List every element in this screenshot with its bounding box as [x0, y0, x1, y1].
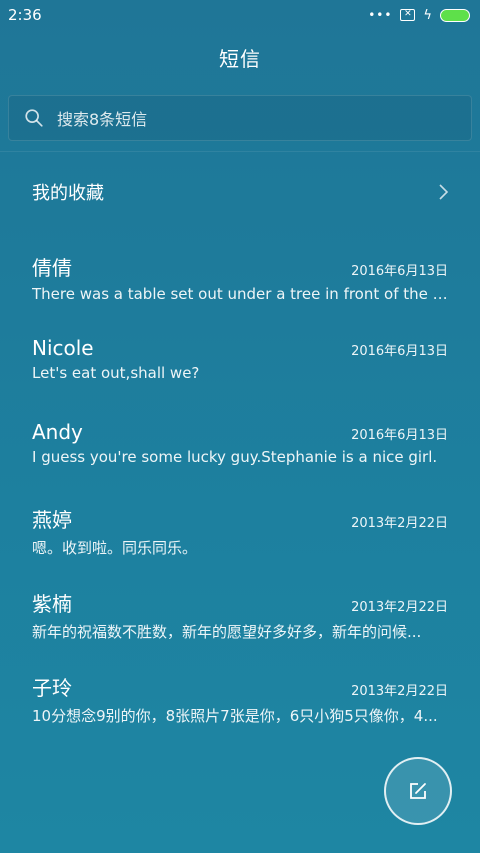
message-date: 2016年6月13日	[351, 264, 448, 279]
contact-name: 燕婷	[32, 508, 72, 532]
conversation-item[interactable]: 倩倩 2016年6月13日 There was a table set out …	[0, 252, 480, 336]
contact-name: 倩倩	[32, 256, 72, 280]
contact-name: 子玲	[32, 676, 72, 700]
chevron-right-icon	[439, 184, 449, 200]
search-input[interactable]: 搜索8条短信	[8, 95, 472, 141]
contact-name: Andy	[32, 420, 83, 444]
sim-x-icon: ✕	[400, 9, 416, 21]
search-placeholder: 搜索8条短信	[57, 110, 148, 129]
message-date: 2016年6月13日	[351, 428, 448, 443]
conversation-item[interactable]: 子玲 2013年2月22日 10分想念9别的你，8张照片7张是你，6只小狗5只像…	[0, 672, 480, 756]
message-preview: 嗯。收到啦。同乐同乐。	[32, 539, 198, 557]
message-date: 2016年6月13日	[351, 344, 448, 359]
divider	[0, 151, 480, 152]
message-preview: Let's eat out,shall we?	[32, 364, 200, 382]
messages-screen: 2:36 ••• ✕ ϟ 短信 搜索8条短信 我的收藏 倩倩 2016年6月13…	[0, 0, 480, 853]
message-preview: 新年的祝福数不胜数，新年的愿望好多好多，新年的问候...	[32, 623, 422, 641]
contact-name: 紫楠	[32, 592, 72, 616]
battery-icon	[440, 8, 470, 22]
page-title: 短信	[219, 46, 261, 71]
conversation-item[interactable]: Nicole 2016年6月13日 Let's eat out,shall we…	[0, 336, 480, 420]
search-icon	[25, 109, 43, 127]
status-time: 2:36	[8, 6, 42, 24]
status-icons: ••• ✕ ϟ	[368, 8, 470, 23]
more-dots-icon: •••	[368, 8, 393, 22]
favorites-label: 我的收藏	[32, 183, 104, 204]
message-preview: I guess you're some lucky guy.Stephanie …	[32, 448, 438, 466]
conversation-item[interactable]: 紫楠 2013年2月22日 新年的祝福数不胜数，新年的愿望好多好多，新年的问候.…	[0, 588, 480, 672]
compose-button[interactable]	[384, 757, 452, 825]
favorites-row[interactable]: 我的收藏	[0, 160, 480, 224]
compose-icon	[410, 783, 426, 799]
status-bar: 2:36 ••• ✕ ϟ	[0, 0, 480, 30]
message-date: 2013年2月22日	[351, 600, 448, 615]
conversation-item[interactable]: 燕婷 2013年2月22日 嗯。收到啦。同乐同乐。	[0, 504, 480, 588]
message-preview: There was a table set out under a tree i…	[32, 285, 448, 303]
conversation-item[interactable]: Andy 2016年6月13日 I guess you're some luck…	[0, 420, 480, 504]
message-preview: 10分想念9别的你，8张照片7张是你，6只小狗5只像你，4...	[32, 707, 438, 725]
title-bar: 短信	[0, 30, 480, 84]
message-date: 2013年2月22日	[351, 516, 448, 531]
message-date: 2013年2月22日	[351, 684, 448, 699]
charging-icon: ϟ	[423, 7, 432, 23]
contact-name: Nicole	[32, 336, 94, 360]
